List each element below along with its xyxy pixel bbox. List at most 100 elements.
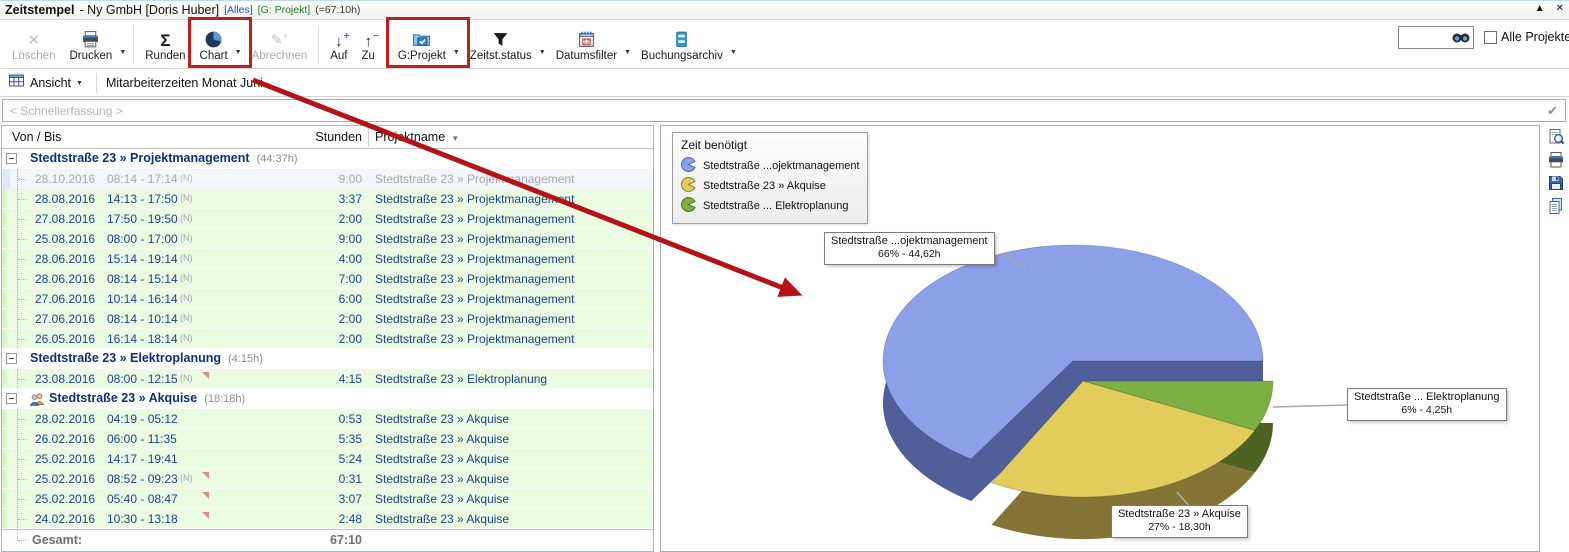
- printer-small-icon[interactable]: [1547, 151, 1565, 169]
- table-row[interactable]: 25.08.201608:00 - 17:00(N)9:00Stedtstraß…: [2, 229, 653, 249]
- table-row[interactable]: 28.02.201604:19 - 05:120:53Stedtstraße 2…: [2, 409, 653, 429]
- legend-label: Stedtstraße ...ojektmanagement: [703, 160, 860, 172]
- normal-time-flag: (N): [180, 193, 193, 203]
- cell-project: Stedtstraße 23 » Akquise: [375, 412, 509, 426]
- table-row[interactable]: 24.02.201610:30 - 13:182:48Stedtstraße 2…: [2, 509, 653, 529]
- group-hours: (4:15h): [228, 353, 263, 365]
- pie-slice-icon: [681, 157, 696, 175]
- search-input[interactable]: [1398, 26, 1474, 49]
- collapse-icon[interactable]: [6, 153, 17, 164]
- table-row[interactable]: 25.02.201614:17 - 19:415:24Stedtstraße 2…: [2, 449, 653, 469]
- chart-panel: Zeit benötigt Stedtstraße ...ojektmanage…: [660, 125, 1540, 552]
- toolbar-button-label: Datumsfilter: [556, 50, 617, 62]
- cell-stunden: 2:00: [282, 212, 362, 226]
- cell-date: 25.02.2016: [35, 472, 95, 486]
- total-label: Gesamt:: [32, 533, 82, 547]
- dropdown-caret-buchungsarchiv[interactable]: ▼: [730, 33, 740, 56]
- cell-date: 28.08.2016: [35, 192, 95, 206]
- cell-stunden: 4:00: [282, 252, 362, 266]
- print-preview-icon[interactable]: [1547, 128, 1565, 146]
- cell-stunden: 7:00: [282, 272, 362, 286]
- table-row[interactable]: 26.05.201616:14 - 18:14(N)2:00Stedtstraß…: [2, 329, 653, 349]
- cell-project: Stedtstraße 23 » Akquise: [375, 452, 509, 466]
- table-row[interactable]: 28.10.201608:14 - 17:14(N)9:00Stedtstraß…: [2, 169, 653, 189]
- quick-entry-row[interactable]: < Schnellerfassung > ✔: [2, 99, 1566, 122]
- legend-item[interactable]: Stedtstraße ... Elektroplanung: [681, 196, 859, 216]
- legend-item[interactable]: Stedtstraße 23 » Akquise: [681, 176, 859, 196]
- tree-twig: [18, 239, 26, 240]
- table-row[interactable]: 27.06.201608:14 - 10:14(N)2:00Stedtstraß…: [2, 309, 653, 329]
- table-row[interactable]: 26.02.201606:00 - 11:355:35Stedtstraße 2…: [2, 429, 653, 449]
- toolbar-button-runden[interactable]: ΣRunden: [138, 21, 192, 68]
- table-row[interactable]: 27.08.201617:50 - 19:50(N)2:00Stedtstraß…: [2, 209, 653, 229]
- toolbar-button-zu[interactable]: ↑−Zu: [355, 21, 382, 68]
- cell-date: 26.02.2016: [35, 432, 95, 446]
- dropdown-caret-datumsfilter[interactable]: ▼: [624, 33, 634, 56]
- toolbar-button-auf[interactable]: ↓+Auf: [323, 21, 354, 68]
- ansicht-button[interactable]: Ansicht: [30, 76, 71, 90]
- toolbar-button-label: Löschen: [12, 50, 55, 62]
- toolbar-button-abrechnen: ✎+Abrechnen: [245, 21, 315, 68]
- toolbar-button-loeschen: ✕Löschen: [5, 21, 62, 68]
- dropdown-caret-drucken[interactable]: ▼: [119, 33, 129, 56]
- table-row[interactable]: 27.06.201610:14 - 16:14(N)6:00Stedtstraß…: [2, 289, 653, 309]
- tree-twig: [18, 199, 26, 200]
- cell-stunden: 9:00: [282, 232, 362, 246]
- cell-stunden: 0:53: [282, 412, 362, 426]
- collapse-icon[interactable]: [6, 353, 17, 364]
- cell-project: Stedtstraße 23 » Akquise: [375, 472, 509, 486]
- legend-item[interactable]: Stedtstraße ...ojektmanagement: [681, 156, 859, 176]
- all-projects-checkbox[interactable]: [1484, 31, 1497, 44]
- legend-label: Stedtstraße 23 » Akquise: [703, 180, 826, 192]
- minimize-button[interactable]: ▲: [1535, 3, 1545, 14]
- close-button[interactable]: ✕: [1556, 3, 1564, 14]
- cell-time: 04:19 - 05:12: [107, 412, 178, 426]
- group-row[interactable]: Stedtstraße 23 » Elektroplanung(4:15h): [2, 349, 653, 369]
- dropdown-caret-zeitststatus[interactable]: ▼: [539, 33, 549, 56]
- table-row[interactable]: 25.02.201608:52 - 09:23(N)0:31Stedtstraß…: [2, 469, 653, 489]
- table-row[interactable]: 23.08.201608:00 - 12:15(N)4:15Stedtstraß…: [2, 369, 653, 389]
- collapse-icon[interactable]: [6, 393, 17, 404]
- copy-icon[interactable]: [1547, 197, 1565, 215]
- toolbar-button-drucken[interactable]: Drucken: [62, 21, 119, 68]
- table-row[interactable]: 28.08.201614:13 - 17:50(N)3:37Stedtstraß…: [2, 189, 653, 209]
- cell-time: 08:52 - 09:23: [107, 472, 178, 486]
- cell-stunden: 5:24: [282, 452, 362, 466]
- arrow-up-minus-icon: ↑−: [364, 28, 372, 49]
- note-marker: [202, 472, 209, 479]
- cell-date: 28.06.2016: [35, 272, 95, 286]
- cell-date: 28.06.2016: [35, 252, 95, 266]
- column-divider: [368, 128, 369, 147]
- column-von-bis[interactable]: Von / Bis: [12, 130, 61, 144]
- toolbar-button-label: Runden: [145, 50, 185, 62]
- table-grid-icon: [8, 72, 25, 94]
- cell-project: Stedtstraße 23 » Akquise: [375, 492, 509, 506]
- group-row[interactable]: Stedtstraße 23 » Akquise(18:18h): [2, 389, 653, 409]
- table-row[interactable]: 25.02.201605:40 - 08:473:07Stedtstraße 2…: [2, 489, 653, 509]
- cell-time: 16:14 - 18:14: [107, 332, 178, 346]
- window-controls: ▲ ✕: [1535, 3, 1564, 14]
- cell-project: Stedtstraße 23 » Elektroplanung: [375, 372, 547, 386]
- cell-date: 27.06.2016: [35, 312, 95, 326]
- cell-project: Stedtstraße 23 » Projektmanagement: [375, 232, 574, 246]
- toolbar-button-buchungsarchiv[interactable]: Buchungsarchiv: [634, 21, 730, 68]
- tree-twig: [18, 479, 26, 480]
- table-row[interactable]: 28.06.201615:14 - 19:14(N)4:00Stedtstraß…: [2, 249, 653, 269]
- chevron-down-icon[interactable]: ▼: [76, 80, 83, 87]
- legend-label: Stedtstraße ... Elektroplanung: [703, 200, 849, 212]
- normal-time-flag: (N): [180, 293, 193, 303]
- current-view-name: Mitarbeiterzeiten Monat Juni: [106, 76, 263, 90]
- toolbar-button-zeitststatus[interactable]: Zeitst.status: [463, 21, 539, 68]
- group-row[interactable]: Stedtstraße 23 » Projektmanagement(44:37…: [2, 149, 653, 169]
- sort-descending-icon[interactable]: ▼: [451, 134, 459, 143]
- normal-time-flag: (N): [180, 333, 193, 343]
- table-row[interactable]: 28.06.201608:14 - 15:14(N)7:00Stedtstraß…: [2, 269, 653, 289]
- toolbar-button-datumsfilter[interactable]: 12Datumsfilter: [549, 21, 624, 68]
- save-icon[interactable]: [1547, 174, 1565, 192]
- column-projektname[interactable]: Projektname▼: [375, 130, 459, 144]
- cell-stunden: 4:15: [282, 372, 362, 386]
- confirm-checkmark-icon[interactable]: ✔: [1547, 103, 1558, 119]
- total-row: Gesamt: 67:10: [2, 529, 653, 550]
- column-stunden[interactable]: Stunden: [282, 130, 362, 144]
- cell-time: 06:00 - 11:35: [107, 432, 177, 446]
